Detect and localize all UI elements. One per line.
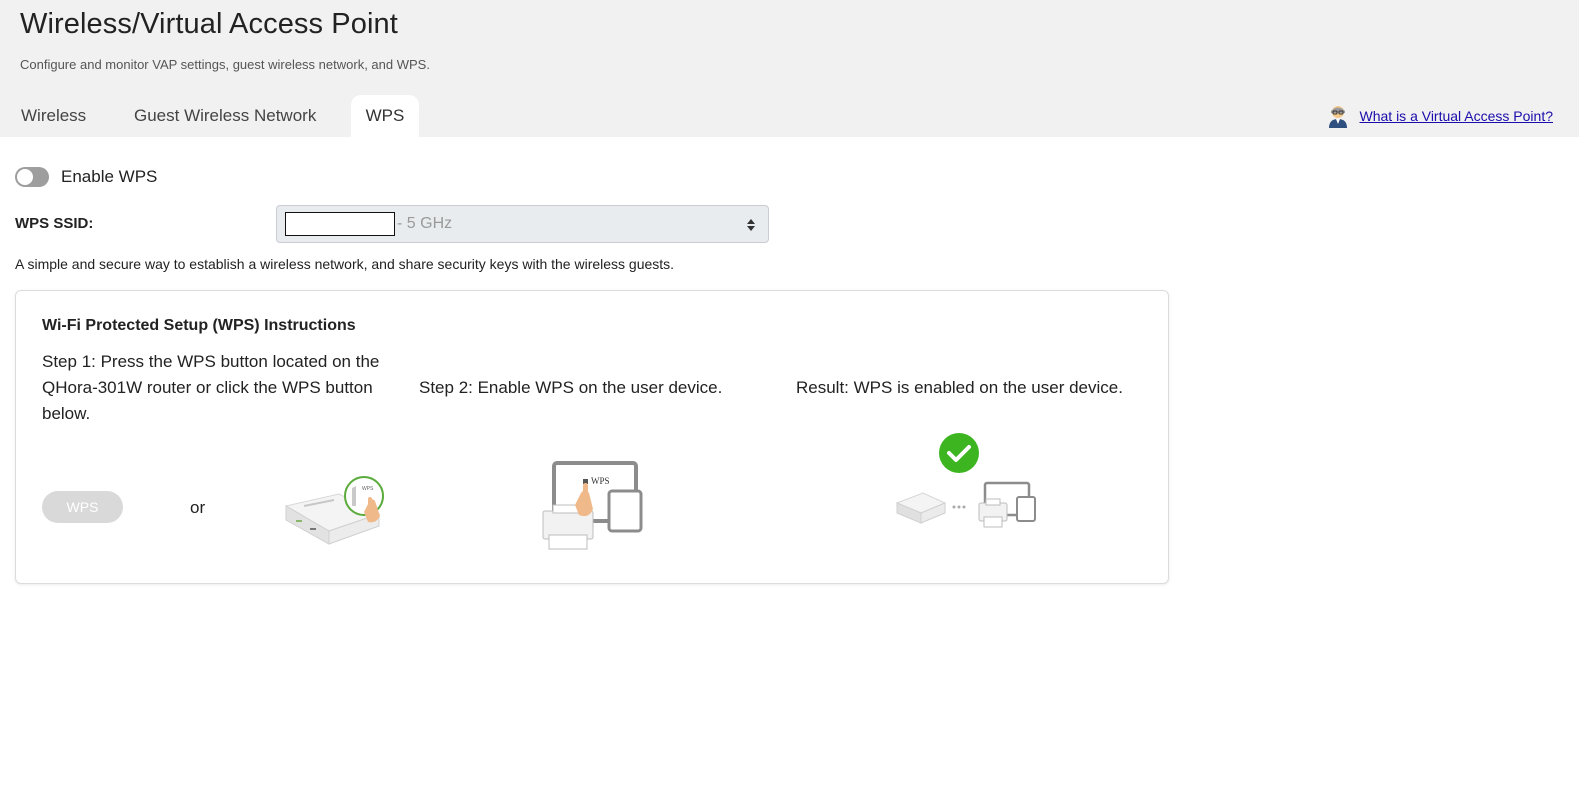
wps-ssid-label: WPS SSID: <box>15 215 94 232</box>
result-text: Result: WPS is enabled on the user devic… <box>796 378 1123 397</box>
help-link-container: What is a Virtual Access Point? <box>1326 104 1554 128</box>
toggle-knob <box>17 169 33 185</box>
step-2-text: Step 2: Enable WPS on the user device. <box>419 378 723 397</box>
page-title: Wireless/Virtual Access Point <box>20 8 398 40</box>
wps-instructions-card: Wi-Fi Protected Setup (WPS) Instructions… <box>15 290 1169 584</box>
step-1-text: Step 1: Press the WPS button located on … <box>42 352 380 423</box>
wps-description: A simple and secure way to establish a w… <box>15 256 675 272</box>
enable-wps-toggle[interactable] <box>15 167 49 187</box>
svg-text:WPS: WPS <box>362 486 374 492</box>
router-press-illustration: WPS <box>284 476 384 545</box>
select-arrows-icon <box>747 219 755 231</box>
wps-button[interactable]: WPS <box>42 491 123 523</box>
tab-guest-wireless-network[interactable]: Guest Wireless Network <box>134 95 316 137</box>
device-screen-label: WPS <box>591 476 610 486</box>
user-device-illustration: WPS <box>542 461 643 550</box>
page-subtitle: Configure and monitor VAP settings, gues… <box>20 57 430 72</box>
tab-wps[interactable]: WPS <box>351 95 419 137</box>
or-text: or <box>190 498 206 517</box>
what-is-vap-link[interactable]: What is a Virtual Access Point? <box>1360 108 1554 124</box>
page-header: Wireless/Virtual Access Point Configure … <box>0 0 1579 137</box>
tab-wireless[interactable]: Wireless <box>21 95 86 137</box>
instructions-title: Wi-Fi Protected Setup (WPS) Instructions <box>42 317 356 334</box>
wps-result-illustration <box>895 433 1036 528</box>
enable-wps-label: Enable WPS <box>61 167 158 186</box>
success-check-icon <box>939 433 979 473</box>
wps-ssid-select[interactable]: - 5 GHz <box>276 205 769 243</box>
ssid-band-text: - 5 GHz <box>397 215 453 232</box>
enable-wps-row: Enable WPS <box>15 167 157 187</box>
ssid-redacted-value <box>285 212 395 236</box>
assistant-avatar-icon <box>1328 106 1347 128</box>
